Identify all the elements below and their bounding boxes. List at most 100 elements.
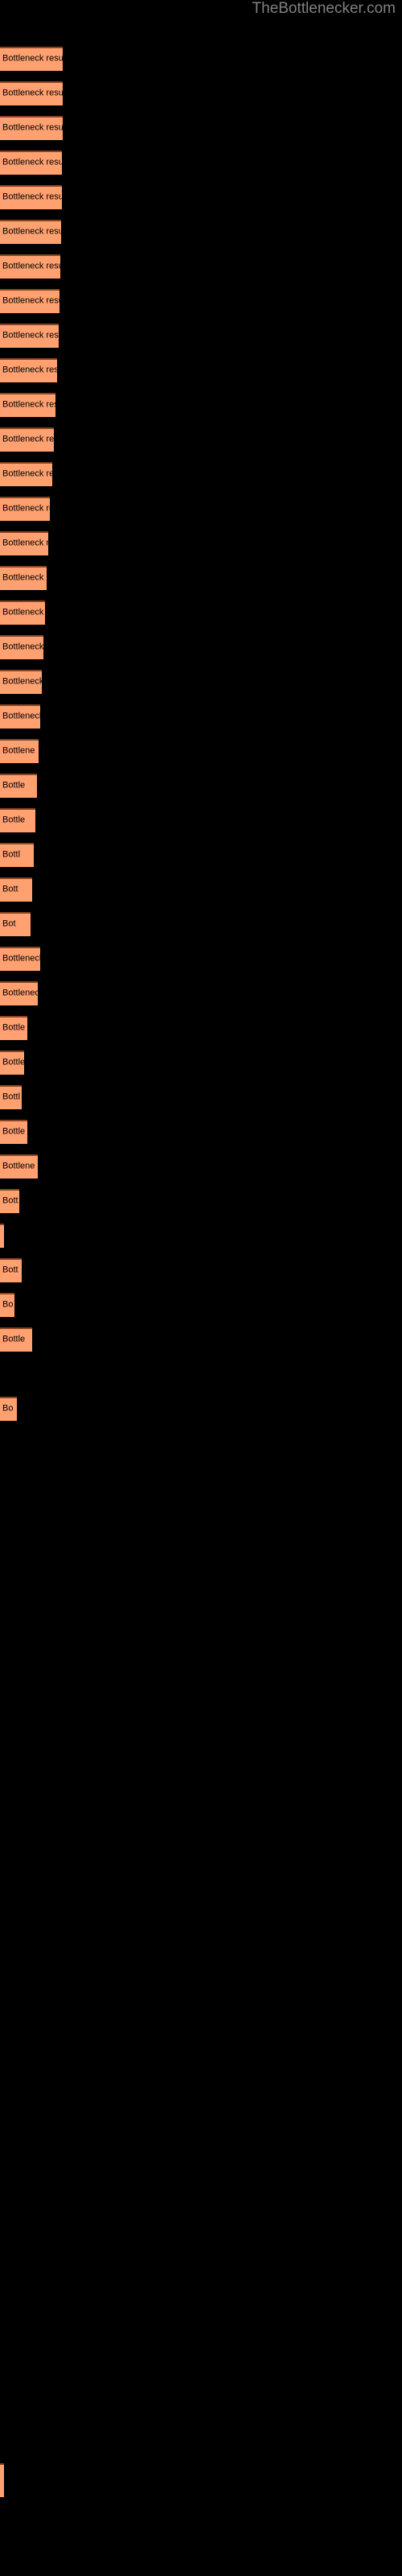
chart-bar[interactable] xyxy=(0,877,32,902)
bar-row: Bott xyxy=(0,1258,402,1282)
bar-row xyxy=(0,1431,402,1455)
bar-row xyxy=(0,2463,402,2497)
bar-row xyxy=(0,2297,402,2321)
bar-row: Bottle xyxy=(0,1051,402,1075)
bar-row: Bottleneck result xyxy=(0,220,402,244)
bar-row: Bottle xyxy=(0,808,402,832)
chart-bar[interactable] xyxy=(0,1154,38,1179)
chart-bar[interactable] xyxy=(0,1051,24,1075)
bar-row xyxy=(0,1639,402,1663)
bar-row: Bottleneck r xyxy=(0,635,402,659)
chart-bar[interactable] xyxy=(0,324,59,348)
chart-bar[interactable] xyxy=(0,1120,27,1144)
bar-row xyxy=(0,2401,402,2425)
bar-row: Bot xyxy=(0,912,402,936)
bar-row: Bo xyxy=(0,1293,402,1317)
bar-row: Bottleneck resu xyxy=(0,427,402,452)
chart-bar[interactable] xyxy=(0,947,40,971)
bar-row: Bottleneck result xyxy=(0,116,402,140)
chart-bar[interactable] xyxy=(0,427,54,452)
bar-row xyxy=(0,1951,402,1975)
bar-row xyxy=(0,2262,402,2286)
bar-row: Bottle xyxy=(0,1327,402,1352)
bar-row: Bottl xyxy=(0,843,402,867)
chart-bar[interactable] xyxy=(0,1293,14,1317)
chart-bar[interactable] xyxy=(0,981,38,1005)
bar-row: Bottle xyxy=(0,774,402,798)
chart-bar[interactable] xyxy=(0,843,34,867)
chart-bar[interactable] xyxy=(0,2463,4,2497)
chart-bar[interactable] xyxy=(0,116,63,140)
bar-row: Bott xyxy=(0,1189,402,1213)
chart-bar[interactable] xyxy=(0,185,62,209)
chart-bar[interactable] xyxy=(0,81,63,105)
bar-row xyxy=(0,2020,402,2044)
bar-row: Bottleneck res xyxy=(0,462,402,486)
chart-bar[interactable] xyxy=(0,47,63,71)
bar-row xyxy=(0,2331,402,2355)
bar-row xyxy=(0,2158,402,2182)
bar-row: Bottleneck xyxy=(0,981,402,1005)
bar-row xyxy=(0,2089,402,2113)
bar-row xyxy=(0,1743,402,1767)
bar-row: Bottleneck result xyxy=(0,324,402,348)
chart-bar[interactable] xyxy=(0,635,43,659)
bar-row xyxy=(0,2366,402,2390)
bar-row xyxy=(0,1812,402,1836)
chart-bar[interactable] xyxy=(0,462,52,486)
bar-row: Bottleneck resu xyxy=(0,497,402,521)
bar-row: Bottlene xyxy=(0,1154,402,1179)
chart-bar[interactable] xyxy=(0,601,45,625)
chart-bar[interactable] xyxy=(0,531,48,555)
bar-row: Bottleneck result xyxy=(0,151,402,175)
bar-row xyxy=(0,2193,402,2217)
bar-row xyxy=(0,1570,402,1594)
chart-bar[interactable] xyxy=(0,1189,19,1213)
bar-row: Bottleneck result xyxy=(0,47,402,71)
bar-row: Bottleneck result xyxy=(0,254,402,279)
chart-bar[interactable] xyxy=(0,1224,4,1248)
chart-bar[interactable] xyxy=(0,912,31,936)
chart-bar[interactable] xyxy=(0,497,50,521)
bar-row: Bottleneck result xyxy=(0,358,402,382)
chart-bar[interactable] xyxy=(0,1016,27,1040)
bar-row xyxy=(0,1362,402,1386)
bar-row xyxy=(0,2054,402,2079)
chart-bar[interactable] xyxy=(0,774,37,798)
bar-row: Bo xyxy=(0,1397,402,1421)
bar-row: Bottleneck re xyxy=(0,601,402,625)
bar-row xyxy=(0,1847,402,1871)
bar-row xyxy=(0,1708,402,1732)
bar-row: Bottleneck xyxy=(0,947,402,971)
chart-bar[interactable] xyxy=(0,1397,17,1421)
bar-row xyxy=(0,2227,402,2252)
chart-bar[interactable] xyxy=(0,739,39,763)
bar-row: Bottle xyxy=(0,1120,402,1144)
bar-row: Bottleneck xyxy=(0,704,402,729)
bar-row: Bottleneck res xyxy=(0,566,402,590)
chart-bar[interactable] xyxy=(0,704,40,729)
bar-row: Bottleneck result xyxy=(0,289,402,313)
bar-row: Bottleneck result xyxy=(0,81,402,105)
chart-bar[interactable] xyxy=(0,254,60,279)
bar-row xyxy=(0,1881,402,1905)
chart-bar[interactable] xyxy=(0,151,62,175)
chart-bar[interactable] xyxy=(0,566,47,590)
bottleneck-bar-chart: Bottleneck result Bottleneck result Bottle… xyxy=(0,0,402,2576)
bar-row: Bottleneck result xyxy=(0,393,402,417)
chart-bar[interactable] xyxy=(0,220,61,244)
bar-row xyxy=(0,1604,402,1629)
bar-row xyxy=(0,1985,402,2009)
bar-row xyxy=(0,1777,402,1802)
chart-bar[interactable] xyxy=(0,289,59,313)
chart-bar[interactable] xyxy=(0,670,42,694)
chart-bar[interactable] xyxy=(0,1327,32,1352)
chart-bar[interactable] xyxy=(0,1085,22,1109)
chart-bar[interactable] xyxy=(0,393,55,417)
bar-row: Bottl xyxy=(0,1085,402,1109)
chart-bar[interactable] xyxy=(0,1258,22,1282)
chart-bar[interactable] xyxy=(0,808,35,832)
chart-bar[interactable] xyxy=(0,358,57,382)
bar-row xyxy=(0,1535,402,1559)
bar-row xyxy=(0,1916,402,1940)
